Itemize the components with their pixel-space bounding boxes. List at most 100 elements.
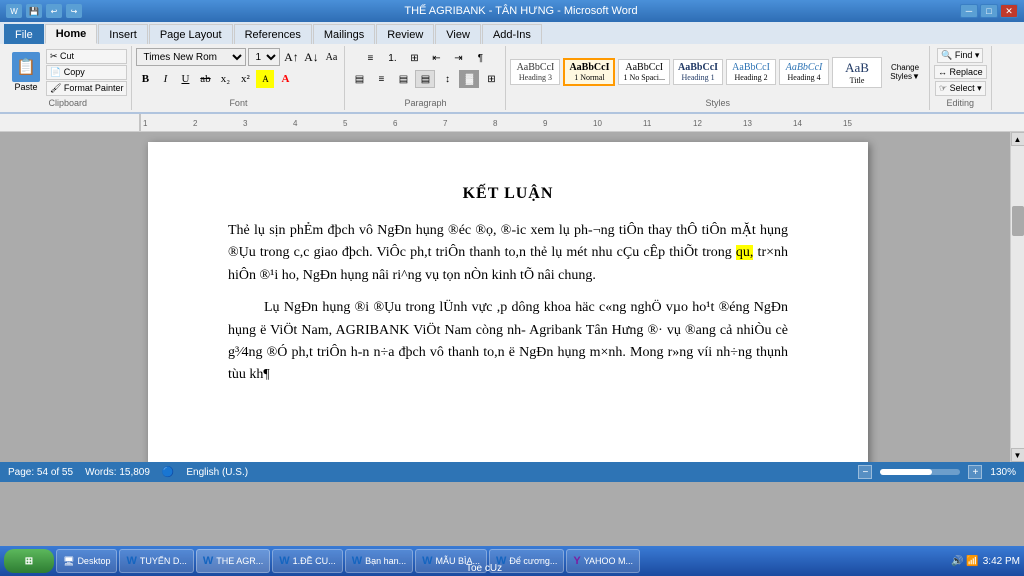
undo-icon[interactable]: ↩ xyxy=(46,4,62,18)
scroll-thumb[interactable] xyxy=(1012,206,1024,236)
desktop-icon: 🖥 xyxy=(63,556,74,567)
style-no-spacing[interactable]: AaBbCcI 1 No Spaci... xyxy=(618,59,670,85)
status-right: − + 130% xyxy=(858,465,1016,479)
grow-font-button[interactable]: A↑ xyxy=(282,48,300,66)
minimize-button[interactable]: ─ xyxy=(960,4,978,18)
page-info: Page: 54 of 55 xyxy=(8,467,73,478)
border-button[interactable]: ⊞ xyxy=(481,70,501,88)
style-title[interactable]: AaB Title xyxy=(832,57,882,88)
scroll-down-button[interactable]: ▼ xyxy=(1011,448,1024,462)
svg-text:6: 6 xyxy=(393,119,398,128)
style-heading4[interactable]: AaBbCcI Heading 4 xyxy=(779,59,829,85)
taskbar-item-4[interactable]: W Bạn han... xyxy=(345,549,413,573)
taskbar-item-3[interactable]: W 1.ĐỀ CU... xyxy=(272,549,342,573)
editing-label: Editing xyxy=(934,96,987,108)
font-color-button[interactable]: A xyxy=(276,70,294,88)
line-spacing-button[interactable]: ↕ xyxy=(437,70,457,88)
taskbar-label-4: Bạn han... xyxy=(365,556,406,566)
paragraph-2[interactable]: Lụ NgÐn hụng ®i ®Ụu trong lÜnh vực ,p dô… xyxy=(228,297,788,387)
increase-indent-button[interactable]: ⇥ xyxy=(448,49,468,67)
style-heading1[interactable]: AaBbCcI Heading 1 xyxy=(673,59,723,85)
svg-text:7: 7 xyxy=(443,119,448,128)
find-button[interactable]: 🔍 Find ▾ xyxy=(937,48,983,63)
align-center-button[interactable]: ≡ xyxy=(371,70,391,88)
start-orb: ⊞ xyxy=(25,556,33,567)
shading-button[interactable]: ▓ xyxy=(459,70,479,88)
tab-home[interactable]: Home xyxy=(45,24,98,44)
svg-text:15: 15 xyxy=(843,119,852,128)
svg-text:11: 11 xyxy=(643,119,652,128)
redo-icon[interactable]: ↪ xyxy=(66,4,82,18)
taskbar-item-1[interactable]: W TUYẾN D... xyxy=(119,549,193,573)
start-button[interactable]: ⊞ xyxy=(4,549,54,573)
taskbar-desktop[interactable]: 🖥 Desktop xyxy=(56,549,117,573)
zoom-in-button[interactable]: + xyxy=(968,465,982,479)
paragraph-controls: ≡ 1. ⊞ ⇤ ⇥ ¶ ▤ ≡ ▤ ▤ ↕ ▓ ⊞ xyxy=(349,48,501,96)
italic-button[interactable]: I xyxy=(156,70,174,88)
decrease-indent-button[interactable]: ⇤ xyxy=(426,49,446,67)
save-icon[interactable]: 💾 xyxy=(26,4,42,18)
taskbar-item-2[interactable]: W THE AGR... xyxy=(196,549,270,573)
tab-insert[interactable]: Insert xyxy=(98,24,148,44)
copy-button[interactable]: 📄 Copy xyxy=(46,65,127,80)
align-right-button[interactable]: ▤ xyxy=(393,70,413,88)
title-bar-left: W 💾 ↩ ↪ xyxy=(6,4,82,18)
scroll-track[interactable] xyxy=(1011,146,1024,448)
svg-text:9: 9 xyxy=(543,119,548,128)
taskbar-label-3: 1.ĐỀ CU... xyxy=(293,556,336,566)
superscript-button[interactable]: x² xyxy=(236,70,254,88)
styles-label: Styles xyxy=(510,96,925,108)
clear-format-button[interactable]: Aa xyxy=(322,48,340,66)
ribbon-tabs: File Home Insert Page Layout References … xyxy=(0,22,1024,44)
font-group: Times New Rom 14 A↑ A↓ Aa B I U ab x₂ x²… xyxy=(132,46,345,110)
zoom-slider[interactable] xyxy=(880,469,960,475)
multilevel-button[interactable]: ⊞ xyxy=(404,49,424,67)
font-size-select[interactable]: 14 xyxy=(248,48,280,66)
tab-view[interactable]: View xyxy=(435,24,481,44)
underline-button[interactable]: U xyxy=(176,70,194,88)
tab-review[interactable]: Review xyxy=(376,24,434,44)
format-painter-button[interactable]: 🖌 Format Painter xyxy=(46,81,127,96)
maximize-button[interactable]: □ xyxy=(980,4,998,18)
close-button[interactable]: ✕ xyxy=(1000,4,1018,18)
numbering-button[interactable]: 1. xyxy=(382,49,402,67)
paste-button[interactable]: 📋 Paste xyxy=(8,50,44,94)
font-family-select[interactable]: Times New Rom xyxy=(136,48,246,66)
cut-button[interactable]: ✂ Cut xyxy=(46,49,127,64)
clipboard-controls: 📋 Paste ✂ Cut 📄 Copy 🖌 Format Painter xyxy=(8,48,127,96)
document-page: KẾT LUẬN Thẻ lụ sịn phẺm đþch vô NgÐn hụ… xyxy=(148,142,868,462)
tab-addins[interactable]: Add-Ins xyxy=(482,24,542,44)
zoom-level: 130% xyxy=(990,467,1016,478)
taskbar: ⊞ 🖥 Desktop W TUYẾN D... W THE AGR... W … xyxy=(0,546,1024,576)
show-formatting-button[interactable]: ¶ xyxy=(470,49,490,67)
strikethrough-button[interactable]: ab xyxy=(196,70,214,88)
text-highlight-button[interactable]: A xyxy=(256,70,274,88)
scroll-up-button[interactable]: ▲ xyxy=(1011,132,1024,146)
subscript-button[interactable]: x₂ xyxy=(216,70,234,88)
tab-references[interactable]: References xyxy=(234,24,312,44)
align-buttons-row: ▤ ≡ ▤ ▤ ↕ ▓ ⊞ xyxy=(349,70,501,88)
bold-button[interactable]: B xyxy=(136,70,154,88)
paragraph-1[interactable]: Thẻ lụ sịn phẺm đþch vô NgÐn hụng ®éc ®ọ… xyxy=(228,220,788,287)
tab-mailings[interactable]: Mailings xyxy=(313,24,375,44)
style-normal[interactable]: AaBbCcI 1 Normal xyxy=(563,58,615,86)
select-button[interactable]: ☞ Select ▾ xyxy=(935,81,986,96)
replace-button[interactable]: ↔ Replace xyxy=(934,65,987,79)
style-heading2[interactable]: AaBbCcI Heading 2 xyxy=(726,59,776,85)
change-styles-button[interactable]: ChangeStyles▼ xyxy=(885,63,925,81)
align-left-button[interactable]: ▤ xyxy=(349,70,369,88)
bullets-button[interactable]: ≡ xyxy=(360,49,380,67)
title-bar: W 💾 ↩ ↪ THẾ AGRIBANK - TÂN HƯNG - Micros… xyxy=(0,0,1024,22)
style-heading3[interactable]: AaBbCcI Heading 3 xyxy=(510,59,560,85)
editing-controls: 🔍 Find ▾ ↔ Replace ☞ Select ▾ xyxy=(934,48,987,96)
desktop-label: Desktop xyxy=(77,556,110,566)
zoom-fill xyxy=(880,469,932,475)
clipboard-small-buttons: ✂ Cut 📄 Copy 🖌 Format Painter xyxy=(46,49,127,96)
justify-button[interactable]: ▤ xyxy=(415,70,435,88)
zoom-out-button[interactable]: − xyxy=(858,465,872,479)
tab-page-layout[interactable]: Page Layout xyxy=(149,24,233,44)
taskbar-item-7[interactable]: Y YAHOO M... xyxy=(566,549,640,573)
status-bar: Page: 54 of 55 Words: 15,809 🔵 English (… xyxy=(0,462,1024,482)
shrink-font-button[interactable]: A↓ xyxy=(302,48,320,66)
tab-file[interactable]: File xyxy=(4,24,44,44)
